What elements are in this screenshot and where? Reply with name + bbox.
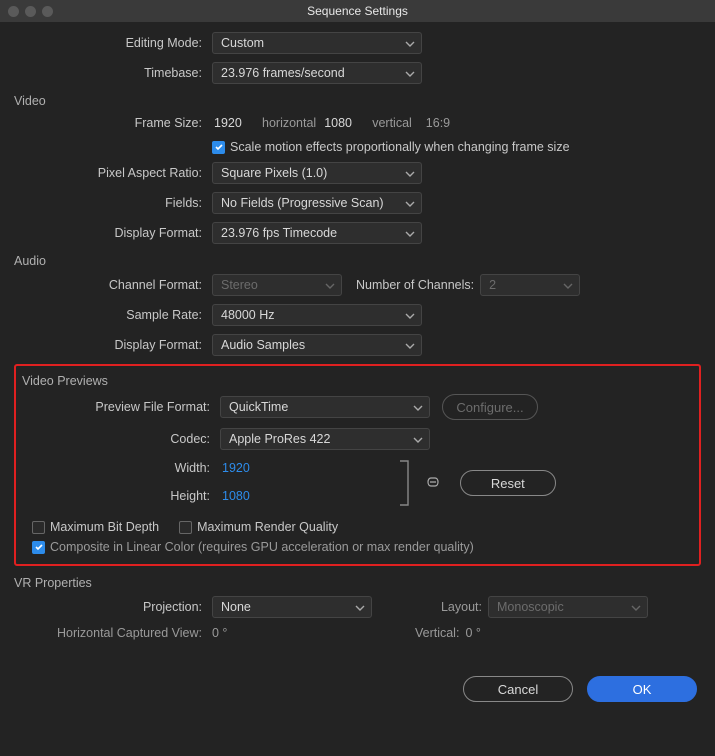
chevron-down-icon (405, 68, 415, 82)
chevron-down-icon (355, 602, 365, 616)
frame-height-input[interactable] (322, 114, 366, 132)
projection-value: None (221, 600, 251, 614)
projection-select[interactable]: None (212, 596, 372, 618)
chevron-down-icon (405, 228, 415, 242)
par-select[interactable]: Square Pixels (1.0) (212, 162, 422, 184)
chevron-down-icon (413, 402, 423, 416)
codec-value: Apple ProRes 422 (229, 432, 330, 446)
fields-value: No Fields (Progressive Scan) (221, 196, 384, 210)
scale-motion-checkbox-row[interactable]: Scale motion effects proportionally when… (212, 140, 570, 154)
max-bit-depth-checkbox[interactable] (32, 521, 45, 534)
vr-vertical-value: 0 ° (465, 626, 480, 640)
channel-format-label: Channel Format: (14, 278, 212, 292)
num-channels-value: 2 (489, 278, 496, 292)
vr-section-title: VR Properties (14, 576, 701, 590)
hcv-value: 0 ° (212, 626, 227, 640)
audio-section-title: Audio (14, 254, 701, 268)
composite-linear-label: Composite in Linear Color (requires GPU … (50, 540, 474, 554)
video-previews-highlight: Video Previews Preview File Format: Quic… (14, 364, 701, 566)
timebase-value: 23.976 frames/second (221, 66, 345, 80)
reset-button[interactable]: Reset (460, 470, 556, 496)
preview-height-value[interactable]: 1080 (220, 487, 252, 505)
hcv-label: Horizontal Captured View: (14, 626, 212, 640)
preview-width-label: Width: (22, 461, 220, 475)
link-icon[interactable] (418, 475, 448, 492)
codec-select[interactable]: Apple ProRes 422 (220, 428, 430, 450)
chevron-down-icon (405, 340, 415, 354)
video-display-format-value: 23.976 fps Timecode (221, 226, 337, 240)
window-title: Sequence Settings (307, 4, 408, 18)
layout-select: Monoscopic (488, 596, 648, 618)
close-icon[interactable] (8, 6, 19, 17)
editing-mode-label: Editing Mode: (14, 36, 212, 50)
sample-rate-select[interactable]: 48000 Hz (212, 304, 422, 326)
projection-label: Projection: (14, 600, 212, 614)
frame-size-label: Frame Size: (14, 116, 212, 130)
fields-select[interactable]: No Fields (Progressive Scan) (212, 192, 422, 214)
sample-rate-value: 48000 Hz (221, 308, 275, 322)
editing-mode-value: Custom (221, 36, 264, 50)
frame-width-input[interactable] (212, 114, 256, 132)
scale-motion-label: Scale motion effects proportionally when… (230, 140, 570, 154)
composite-linear-checkbox[interactable] (32, 541, 45, 554)
preview-file-format-label: Preview File Format: (22, 400, 220, 414)
vr-vertical-label: Vertical: (227, 626, 459, 640)
chevron-down-icon (405, 168, 415, 182)
audio-display-format-label: Display Format: (14, 338, 212, 352)
chevron-down-icon (413, 434, 423, 448)
max-render-quality-row[interactable]: Maximum Render Quality (179, 520, 338, 534)
chevron-down-icon (325, 280, 335, 294)
max-bit-depth-label: Maximum Bit Depth (50, 520, 159, 534)
channel-format-select: Stereo (212, 274, 342, 296)
composite-linear-row[interactable]: Composite in Linear Color (requires GPU … (32, 540, 693, 554)
chevron-down-icon (405, 38, 415, 52)
sample-rate-label: Sample Rate: (14, 308, 212, 322)
max-render-quality-checkbox[interactable] (179, 521, 192, 534)
video-display-format-select[interactable]: 23.976 fps Timecode (212, 222, 422, 244)
horizontal-label: horizontal (262, 116, 316, 130)
num-channels-label: Number of Channels: (356, 278, 474, 292)
fields-label: Fields: (14, 196, 212, 210)
channel-format-value: Stereo (221, 278, 258, 292)
aspect-ratio-text: 16:9 (426, 116, 450, 130)
bracket-icon (392, 458, 418, 508)
chevron-down-icon (405, 310, 415, 324)
chevron-down-icon (563, 280, 573, 294)
ok-button[interactable]: OK (587, 676, 697, 702)
cancel-button[interactable]: Cancel (463, 676, 573, 702)
chevron-down-icon (631, 602, 641, 616)
par-value: Square Pixels (1.0) (221, 166, 327, 180)
max-render-quality-label: Maximum Render Quality (197, 520, 338, 534)
audio-display-format-value: Audio Samples (221, 338, 305, 352)
preview-file-format-value: QuickTime (229, 400, 288, 414)
max-bit-depth-row[interactable]: Maximum Bit Depth (32, 520, 159, 534)
configure-button: Configure... (442, 394, 538, 420)
par-label: Pixel Aspect Ratio: (14, 166, 212, 180)
chevron-down-icon (405, 198, 415, 212)
editing-mode-select[interactable]: Custom (212, 32, 422, 54)
preview-width-value[interactable]: 1920 (220, 459, 252, 477)
timebase-select[interactable]: 23.976 frames/second (212, 62, 422, 84)
layout-value: Monoscopic (497, 600, 564, 614)
vertical-label: vertical (372, 116, 412, 130)
video-display-format-label: Display Format: (14, 226, 212, 240)
codec-label: Codec: (22, 432, 220, 446)
video-section-title: Video (14, 94, 701, 108)
maximize-icon (42, 6, 53, 17)
num-channels-select: 2 (480, 274, 580, 296)
video-previews-section-title: Video Previews (22, 374, 693, 388)
titlebar: Sequence Settings (0, 0, 715, 22)
audio-display-format-select[interactable]: Audio Samples (212, 334, 422, 356)
minimize-icon (25, 6, 36, 17)
preview-height-label: Height: (22, 489, 220, 503)
layout-label: Layout: (402, 600, 482, 614)
timebase-label: Timebase: (14, 66, 212, 80)
preview-file-format-select[interactable]: QuickTime (220, 396, 430, 418)
scale-motion-checkbox[interactable] (212, 141, 225, 154)
